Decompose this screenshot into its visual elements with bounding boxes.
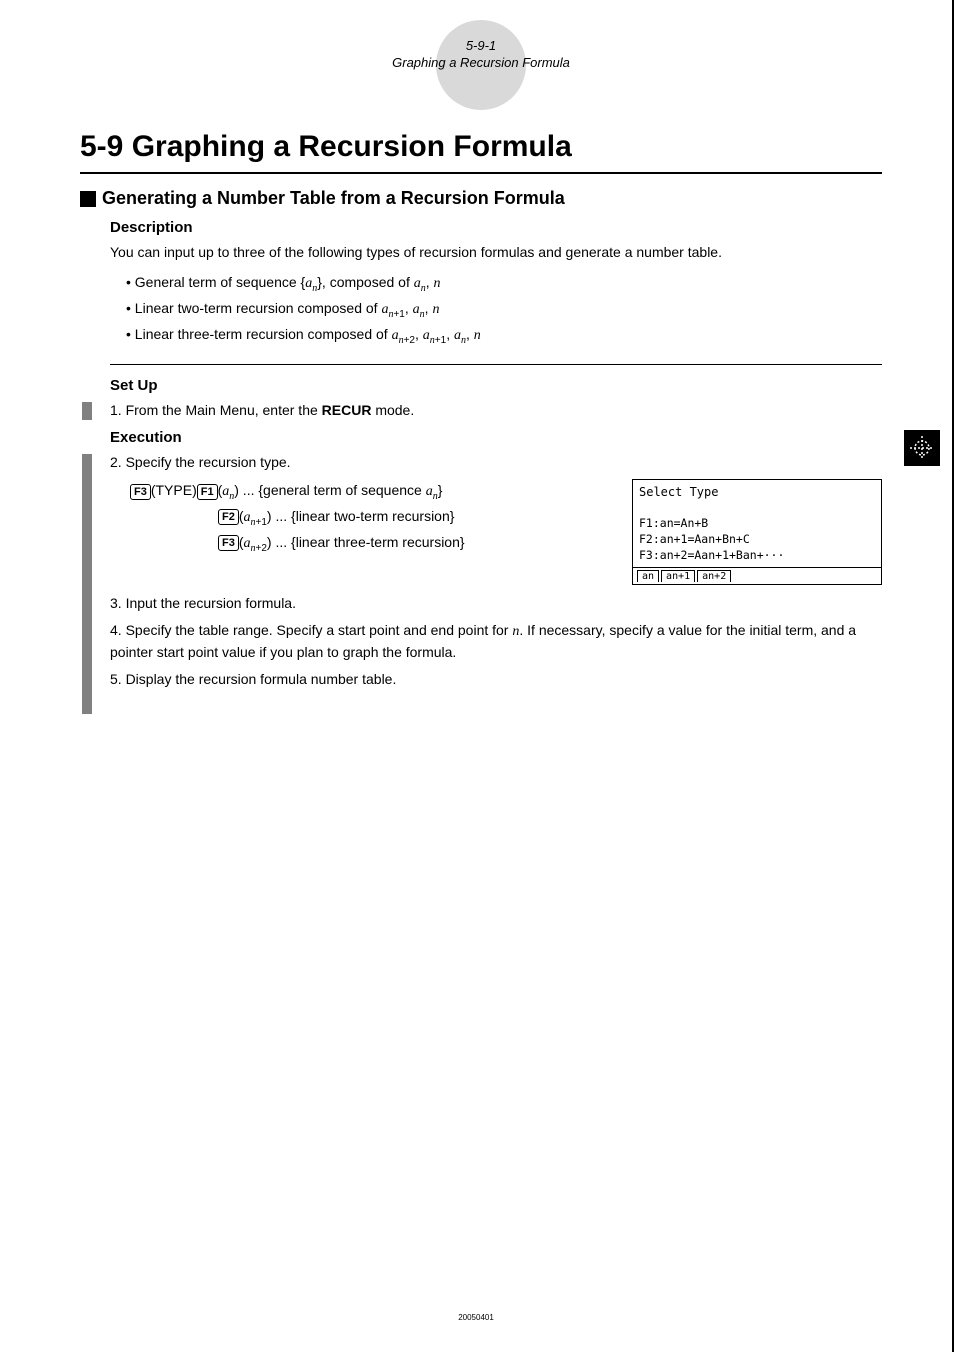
f1-key: F1: [197, 484, 218, 500]
setup-step-1: 1. From the Main Menu, enter the RECUR m…: [110, 400, 882, 421]
bullet-item: Linear two-term recursion composed of an…: [126, 297, 882, 323]
inner-rule: [110, 364, 882, 365]
execution-step-2: 2. Specify the recursion type.: [110, 452, 882, 473]
execution-step-5: 5. Display the recursion formula number …: [110, 669, 882, 690]
execution-step-4: 4. Specify the table range. Specify a st…: [110, 620, 882, 663]
screen-tabs: an an+1 an+2: [632, 568, 882, 585]
setup-sidebar: [82, 402, 92, 420]
screen-line-2: F2:an+1=Aan+Bn+C: [639, 531, 875, 547]
execution-label: Execution: [110, 429, 882, 446]
description-label: Description: [110, 219, 882, 236]
execution-sidebar: [82, 454, 92, 714]
title-rule: [80, 172, 882, 174]
f3-key: F3: [130, 484, 151, 500]
description-text: You can input up to three of the followi…: [110, 242, 882, 263]
section-heading: Generating a Number Table from a Recursi…: [80, 188, 882, 209]
f2-key: F2: [218, 509, 239, 525]
crop-register-icon: [904, 430, 940, 466]
footer-number: 20050401: [458, 1313, 494, 1322]
screen-tab-3: an+2: [697, 570, 731, 582]
setup-label: Set Up: [110, 377, 882, 394]
calculator-screen: Select Type F1:an=An+B F2:an+1=Aan+Bn+C …: [632, 479, 882, 585]
bullet-item: General term of sequence {an}, composed …: [126, 271, 882, 297]
f3-key-2: F3: [218, 535, 239, 551]
page-header-badge: 5-9-1 Graphing a Recursion Formula: [80, 30, 882, 70]
section-bullet-icon: [80, 191, 96, 207]
type-f3-line: F3(an+2) ... {linear three-term recursio…: [218, 531, 612, 557]
type-f1-line: F3(TYPE)F1(an) ... {general term of sequ…: [130, 479, 612, 505]
execution-step-3: 3. Input the recursion formula.: [110, 593, 882, 614]
bullet-list: General term of sequence {an}, composed …: [126, 271, 882, 348]
main-title: 5-9 Graphing a Recursion Formula: [80, 130, 882, 164]
bullet-item: Linear three-term recursion composed of …: [126, 323, 882, 349]
screen-line-1: F1:an=An+B: [639, 515, 875, 531]
header-page-title: Graphing a Recursion Formula: [392, 55, 570, 70]
section-heading-text: Generating a Number Table from a Recursi…: [102, 188, 565, 209]
screen-tab-1: an: [637, 570, 659, 582]
header-page-number: 5-9-1: [466, 38, 496, 53]
screen-tab-2: an+1: [661, 570, 695, 582]
screen-line-3: F3:an+2=Aan+1+Ban+···: [639, 547, 875, 563]
type-f2-line: F2(an+1) ... {linear two-term recursion}: [218, 505, 612, 531]
screen-title: Select Type: [639, 484, 875, 501]
